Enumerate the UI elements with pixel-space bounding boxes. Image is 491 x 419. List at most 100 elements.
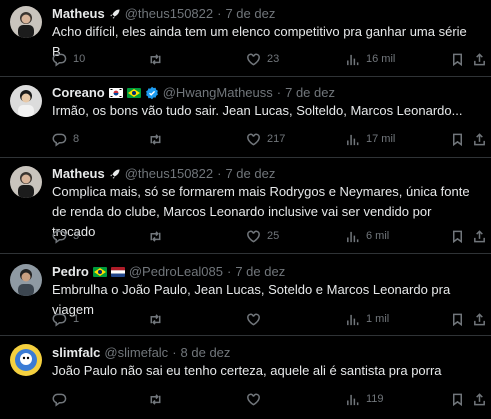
views-button[interactable]: 119: [345, 390, 384, 408]
korea-flag-icon: [108, 87, 123, 98]
reply-icon: [52, 393, 67, 407]
avatar[interactable]: [10, 6, 42, 38]
views-count: 16 mil: [366, 53, 396, 65]
reply-button[interactable]: 1: [52, 310, 79, 328]
author-handle[interactable]: @PedroLeal085: [129, 264, 223, 279]
like-button[interactable]: 25: [246, 227, 279, 245]
retweet-button[interactable]: [148, 130, 169, 148]
views-icon: [347, 231, 359, 242]
author-name[interactable]: Pedro: [52, 264, 89, 279]
author-name[interactable]: Coreano: [52, 85, 105, 100]
retweet-button[interactable]: [148, 310, 169, 328]
like-button[interactable]: 217: [246, 130, 285, 148]
share-icon: [474, 132, 485, 145]
reply-icon: [52, 230, 67, 244]
reply-count: 1: [73, 313, 80, 325]
brazil-flag-icon: [92, 266, 107, 277]
bookmark-button[interactable]: [450, 130, 465, 148]
author-handle[interactable]: @theus150822: [125, 6, 213, 21]
views-count: 6 mil: [366, 230, 390, 242]
brazil-flag-icon: [126, 87, 141, 98]
avatar[interactable]: [10, 264, 42, 296]
retweet-icon: [150, 393, 161, 405]
rocket-icon: [110, 169, 120, 178]
separator: ·: [227, 264, 232, 279]
timestamp[interactable]: 7 de dez: [225, 166, 275, 181]
views-count: 119: [366, 393, 384, 405]
retweet-icon: [150, 313, 161, 325]
views-button[interactable]: 17 mil: [345, 130, 395, 148]
author-handle[interactable]: @theus150822: [125, 166, 213, 181]
retweet-icon: [150, 230, 161, 242]
views-button[interactable]: 6 mil: [345, 227, 389, 245]
share-button[interactable]: [472, 310, 487, 328]
share-button[interactable]: [472, 130, 487, 148]
action-bar: 10 23 16 mil: [52, 50, 485, 68]
retweet-icon: [150, 133, 161, 145]
reply-count: 10: [73, 53, 86, 65]
like-button[interactable]: [246, 390, 267, 408]
views-count: 17 mil: [366, 133, 396, 145]
retweet-button[interactable]: [148, 50, 169, 68]
like-button[interactable]: [246, 310, 267, 328]
views-button[interactable]: 1 mil: [345, 310, 389, 328]
share-button[interactable]: [472, 390, 487, 408]
share-icon: [474, 52, 485, 65]
bookmark-button[interactable]: [450, 390, 465, 408]
tweet-text: João Paulo não sai eu tenho certeza, aqu…: [52, 363, 442, 378]
views-icon: [347, 314, 359, 325]
tweet[interactable]: slimfalc @slimefalc · 8 de dez João Paul…: [0, 336, 491, 419]
separator: ·: [172, 345, 177, 360]
rocket-icon: [110, 9, 120, 18]
separator: ·: [217, 6, 222, 21]
avatar[interactable]: [10, 85, 42, 117]
share-icon: [474, 392, 485, 405]
timestamp[interactable]: 7 de dez: [285, 85, 335, 100]
reply-button[interactable]: 10: [52, 50, 85, 68]
reply-icon: [52, 133, 67, 147]
action-bar: 3 25 6 mil: [52, 227, 485, 245]
like-button[interactable]: 23: [246, 50, 279, 68]
action-bar: 1 1 mil: [52, 310, 485, 328]
timestamp[interactable]: 7 de dez: [225, 6, 275, 21]
author-name[interactable]: slimfalc: [52, 345, 100, 360]
reply-button[interactable]: 3: [52, 227, 79, 245]
reply-button[interactable]: 8: [52, 130, 79, 148]
tweet[interactable]: Coreano @HwangMatheuss · 7 de dez Irmão,…: [0, 77, 491, 157]
views-icon: [347, 54, 359, 65]
bookmark-button[interactable]: [450, 310, 465, 328]
reply-button[interactable]: [52, 390, 73, 408]
views-icon: [347, 134, 359, 145]
bookmark-button[interactable]: [450, 50, 465, 68]
author-handle[interactable]: @HwangMatheuss: [163, 85, 273, 100]
views-button[interactable]: 16 mil: [345, 50, 395, 68]
bookmark-icon: [453, 313, 462, 326]
views-icon: [347, 394, 359, 405]
author-handle[interactable]: @slimefalc: [104, 345, 168, 360]
timestamp[interactable]: 8 de dez: [181, 345, 231, 360]
share-button[interactable]: [472, 50, 487, 68]
avatar[interactable]: [10, 344, 42, 376]
tweet[interactable]: Pedro @PedroLeal085 · 7 de dez Embrulha …: [0, 254, 491, 335]
retweet-button[interactable]: [148, 227, 169, 245]
share-button[interactable]: [472, 227, 487, 245]
tweet[interactable]: Matheus @theus150822 · 7 de dez Acho dif…: [0, 0, 491, 76]
tweet[interactable]: Matheus @theus150822 · 7 de dez Complica…: [0, 158, 491, 253]
author-name[interactable]: Matheus: [52, 166, 105, 181]
bookmark-icon: [453, 393, 462, 406]
share-icon: [474, 312, 485, 325]
separator: ·: [276, 85, 282, 100]
reply-count: 8: [73, 133, 80, 145]
like-count: 217: [267, 133, 286, 145]
bookmark-icon: [453, 230, 462, 243]
like-icon: [247, 393, 260, 406]
retweet-button[interactable]: [148, 390, 169, 408]
verified-badge-icon: [145, 86, 158, 99]
timestamp[interactable]: 7 de dez: [235, 264, 285, 279]
author-name[interactable]: Matheus: [52, 6, 105, 21]
share-icon: [474, 229, 485, 242]
avatar[interactable]: [10, 166, 42, 198]
bookmark-button[interactable]: [450, 227, 465, 245]
retweet-icon: [150, 53, 161, 65]
bookmark-icon: [453, 133, 462, 146]
